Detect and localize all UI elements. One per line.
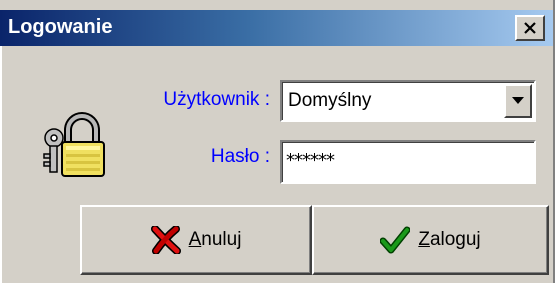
user-label: Użytkownik : <box>163 89 270 110</box>
login-label: Zaloguj <box>418 229 480 251</box>
login-mnemonic: Z <box>418 229 430 250</box>
padlock-keys-icon <box>43 112 105 177</box>
user-select[interactable]: Domyślny <box>280 80 536 122</box>
dropdown-button[interactable] <box>504 84 532 118</box>
dialog-frame <box>0 46 6 283</box>
password-value: ****** <box>286 150 335 171</box>
password-label: Hasło : <box>210 146 270 167</box>
checkmark-icon <box>380 226 411 254</box>
cancel-button[interactable]: Anuluj <box>80 205 312 275</box>
close-icon <box>524 22 536 34</box>
x-icon <box>150 226 181 254</box>
user-select-value: Domyślny <box>288 90 372 111</box>
cancel-label: Anuluj <box>189 229 242 251</box>
cancel-label-rest: nuluj <box>201 229 242 250</box>
password-field[interactable]: ****** <box>280 140 536 184</box>
login-dialog: Logowanie Użytkownik : Domyślny Hasło: … <box>0 0 555 283</box>
window-title: Logowanie <box>8 16 113 38</box>
login-label-rest: aloguj <box>429 229 481 250</box>
login-button[interactable]: Zaloguj <box>312 205 549 275</box>
chevron-down-icon <box>512 97 524 104</box>
title-bar: Logowanie <box>0 10 553 46</box>
close-button[interactable] <box>515 15 545 41</box>
cancel-mnemonic: A <box>188 229 202 250</box>
